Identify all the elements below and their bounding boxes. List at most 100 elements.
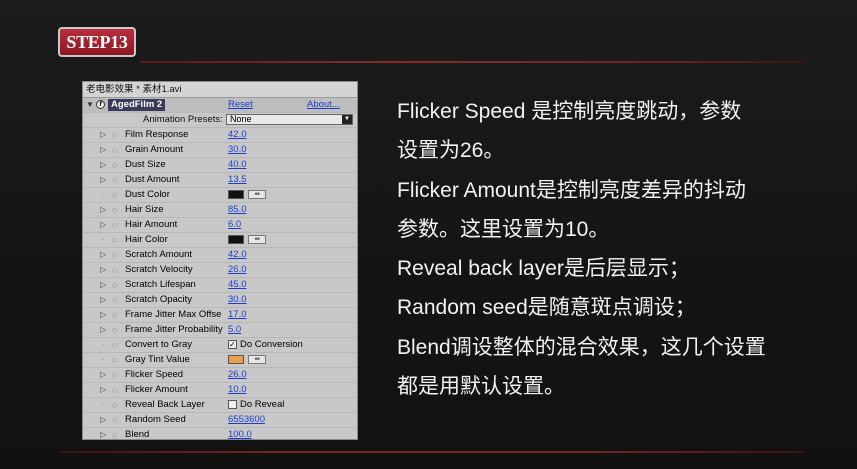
twirl-right-icon[interactable]: ▷ [100, 323, 106, 337]
stopwatch-icon[interactable]: ◌ [112, 413, 117, 427]
property-value[interactable]: 17.0 [228, 308, 247, 322]
effect-name[interactable]: AgedFilm 2 [108, 99, 166, 111]
property-row: · ◌ Dust Color ⇴ [83, 188, 357, 203]
description-line: 设置为26。 [397, 139, 505, 163]
stopwatch-icon[interactable]: ◌ [112, 248, 117, 262]
animation-presets-dropdown[interactable]: None ▼ [226, 114, 353, 125]
panel-title: 老电影效果 * 素材1.avi [83, 82, 357, 98]
property-row: ▷ ◌ Scratch Velocity 26.0 [83, 263, 357, 278]
property-value[interactable]: 26.0 [228, 368, 247, 382]
property-name: Film Response [125, 129, 189, 140]
stopwatch-icon[interactable]: ◌ [112, 323, 117, 337]
twirl-right-icon[interactable]: ▷ [100, 368, 106, 382]
twirl-right-icon[interactable]: ▷ [100, 308, 106, 322]
property-value[interactable]: 13.5 [228, 173, 247, 187]
dot-icon: · [102, 190, 105, 199]
twirl-right-icon[interactable]: ▷ [100, 383, 106, 397]
stopwatch-icon[interactable]: ◌ [112, 218, 117, 232]
property-name: Hair Color [125, 234, 168, 245]
property-value[interactable]: 30.0 [228, 293, 247, 307]
twirl-right-icon[interactable]: ▷ [100, 248, 106, 262]
property-value[interactable]: 40.0 [228, 158, 247, 172]
twirl-right-icon[interactable]: ▷ [100, 128, 106, 142]
checkbox[interactable]: ✓ [228, 340, 237, 349]
property-name: Gray Tint Value [125, 354, 190, 365]
stopwatch-icon[interactable]: ◌ [112, 398, 117, 412]
property-name: Convert to Gray [125, 339, 193, 350]
eyedropper-icon[interactable]: ⇴ [248, 190, 266, 199]
stopwatch-icon[interactable]: ◌ [112, 338, 117, 352]
stopwatch-icon[interactable]: ◌ [112, 293, 117, 307]
dot-icon: · [102, 400, 105, 409]
property-value[interactable]: 5.0 [228, 323, 241, 337]
dot-icon: · [102, 355, 105, 364]
twirl-right-icon[interactable]: ▷ [100, 263, 106, 277]
about-link[interactable]: About... [307, 98, 340, 112]
property-name: Dust Color [125, 189, 170, 200]
stopwatch-icon[interactable]: ◌ [112, 428, 117, 439]
color-swatch[interactable] [228, 235, 244, 244]
description-line: Flicker Amount是控制亮度差异的抖动 [397, 178, 746, 202]
property-value[interactable]: 100.0 [228, 428, 252, 439]
stopwatch-icon[interactable]: ◌ [112, 173, 117, 187]
twirl-right-icon[interactable]: ▷ [100, 203, 106, 217]
property-value[interactable]: 42.0 [228, 128, 247, 142]
stopwatch-icon[interactable]: ◌ [112, 128, 117, 142]
stopwatch-icon[interactable]: ◌ [112, 203, 117, 217]
description-line: Random seed是随意斑点调设； [397, 296, 696, 320]
property-value[interactable]: 26.0 [228, 263, 247, 277]
stopwatch-icon[interactable]: ◌ [112, 368, 117, 382]
eyedropper-icon[interactable]: ⇴ [248, 355, 266, 364]
reset-link[interactable]: Reset [228, 98, 253, 112]
property-name: Grain Amount [125, 144, 184, 155]
twirl-right-icon[interactable]: ▷ [100, 278, 106, 292]
twirl-right-icon[interactable]: ▷ [100, 413, 106, 427]
eyedropper-icon[interactable]: ⇴ [248, 235, 266, 244]
animation-presets-value: None [230, 114, 252, 124]
property-value[interactable]: 42.0 [228, 248, 247, 262]
stopwatch-icon[interactable]: ◌ [112, 158, 117, 172]
color-swatch[interactable] [228, 355, 244, 364]
step-badge: STEP13 [58, 27, 136, 57]
description-line: 参数。这里设置为10。 [397, 217, 610, 241]
stopwatch-icon[interactable]: ◌ [112, 143, 117, 157]
twirl-down-icon[interactable]: ▼ [86, 98, 94, 112]
property-value[interactable]: 10.0 [228, 383, 247, 397]
property-value[interactable]: 85.0 [228, 203, 247, 217]
property-name: Scratch Velocity [125, 264, 193, 275]
stopwatch-icon[interactable]: ◌ [112, 188, 117, 202]
property-value[interactable]: 6.0 [228, 218, 241, 232]
twirl-right-icon[interactable]: ▷ [100, 143, 106, 157]
twirl-right-icon[interactable]: ▷ [100, 428, 106, 439]
property-row: ▷ ◌ Frame Jitter Probability 5.0 [83, 323, 357, 338]
color-swatch[interactable] [228, 190, 244, 199]
property-name: Scratch Opacity [125, 294, 193, 305]
property-value[interactable]: 45.0 [228, 278, 247, 292]
dot-icon: · [102, 340, 105, 349]
stopwatch-icon[interactable]: ◌ [112, 233, 117, 247]
property-row: ▷ ◌ Dust Amount 13.5 [83, 173, 357, 188]
property-row: ▷ ◌ Scratch Lifespan 45.0 [83, 278, 357, 293]
twirl-right-icon[interactable]: ▷ [100, 158, 106, 172]
dropdown-arrow-icon: ▼ [342, 115, 352, 124]
twirl-right-icon[interactable]: ▷ [100, 218, 106, 232]
stopwatch-icon[interactable]: ◌ [112, 308, 117, 322]
property-row: ▷ ◌ Blend 100.0 [83, 428, 357, 439]
property-value[interactable]: 30.0 [228, 143, 247, 157]
stopwatch-icon[interactable]: ◌ [112, 263, 117, 277]
property-value[interactable]: 6553600 [228, 413, 265, 427]
property-name: Flicker Speed [125, 369, 184, 380]
property-name: Flicker Amount [125, 384, 188, 395]
checkbox[interactable] [228, 400, 237, 409]
twirl-right-icon[interactable]: ▷ [100, 293, 106, 307]
property-row: ▷ ◌ Scratch Opacity 30.0 [83, 293, 357, 308]
property-list: ▷ ◌ Film Response 42.0 ▷ ◌ Grain Amount 30.0 ▷ ◌ D… [83, 128, 357, 439]
property-row: ▷ ◌ Hair Size 85.0 [83, 203, 357, 218]
property-name: Frame Jitter Probability [125, 324, 223, 335]
stopwatch-icon[interactable]: ◌ [112, 353, 117, 367]
stopwatch-icon[interactable]: ◌ [112, 383, 117, 397]
twirl-right-icon[interactable]: ▷ [100, 173, 106, 187]
stopwatch-icon[interactable]: ◌ [112, 278, 117, 292]
fx-icon[interactable]: f [96, 100, 105, 109]
property-name: Dust Size [125, 159, 166, 170]
